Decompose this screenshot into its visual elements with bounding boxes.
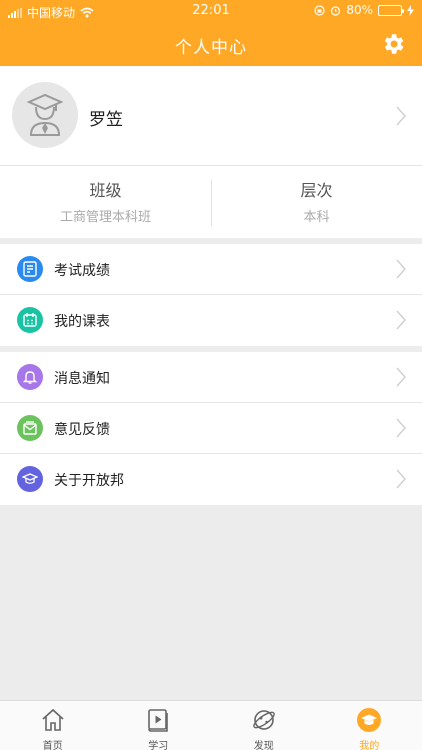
user-name: 罗笠 xyxy=(89,110,123,130)
menu-item-notifications[interactable]: 消息通知 xyxy=(0,352,422,403)
chevron-right-icon xyxy=(396,418,406,438)
tab-mine[interactable]: 我的 xyxy=(317,701,422,750)
alarm-icon xyxy=(331,5,341,16)
menu-item-label: 意见反馈 xyxy=(54,422,110,438)
avatar[interactable] xyxy=(12,82,78,148)
menu-item-about[interactable]: 关于开放邦 xyxy=(0,454,422,505)
gear-icon[interactable] xyxy=(380,31,406,57)
menu-item-my-timetable[interactable]: 我的课表 xyxy=(0,295,422,346)
planet-icon xyxy=(252,710,275,730)
calendar-icon xyxy=(17,307,43,333)
tab-label: 学习 xyxy=(148,741,169,750)
home-icon xyxy=(42,708,64,731)
header: 中国移动 22:01 80% 个人中心 xyxy=(0,0,422,66)
feedback-mail-icon xyxy=(17,415,43,441)
graduate-avatar-icon xyxy=(26,93,64,136)
profile-card[interactable]: 罗笠 xyxy=(0,66,422,166)
tab-label: 首页 xyxy=(42,741,63,750)
tab-home[interactable]: 首页 xyxy=(0,701,106,750)
charging-icon xyxy=(407,4,414,16)
tab-label: 发现 xyxy=(253,741,274,750)
menu-group-1: 考试成绩 我的课表 xyxy=(0,244,422,346)
menu-item-label: 关于开放邦 xyxy=(54,473,124,489)
menu-group-2: 消息通知 意见反馈 关于开放邦 xyxy=(0,352,422,505)
battery-icon xyxy=(378,4,404,16)
exam-report-icon xyxy=(17,256,43,282)
stat-class: 班级 工商管理本科班 xyxy=(0,166,211,238)
stats-panel: 班级 工商管理本科班 层次 本科 xyxy=(0,166,422,238)
chevron-right-icon xyxy=(396,259,406,279)
menu-item-label: 消息通知 xyxy=(54,371,110,387)
graduation-cap-icon xyxy=(357,708,382,732)
graduation-cap-icon xyxy=(17,466,43,492)
title-bar: 个人中心 xyxy=(0,22,422,66)
orientation-lock-icon xyxy=(314,4,325,16)
menu-item-label: 我的课表 xyxy=(54,314,110,330)
divider xyxy=(211,180,212,226)
menu-item-feedback[interactable]: 意见反馈 xyxy=(0,403,422,454)
battery-percent: 80% xyxy=(346,3,373,17)
stat-label: 层次 xyxy=(300,181,333,200)
stat-level: 层次 本科 xyxy=(211,166,422,238)
menu-item-exam-scores[interactable]: 考试成绩 xyxy=(0,244,422,295)
stat-label: 班级 xyxy=(89,181,122,200)
menu-item-label: 考试成绩 xyxy=(54,263,110,279)
bell-icon xyxy=(17,364,43,390)
chevron-right-icon xyxy=(396,310,406,330)
chevron-right-icon xyxy=(396,367,406,387)
page-title: 个人中心 xyxy=(175,38,247,58)
chevron-right-icon xyxy=(396,469,406,489)
stat-value: 工商管理本科班 xyxy=(59,210,151,225)
chevron-right-icon xyxy=(396,106,406,126)
status-right: 80% xyxy=(314,3,414,17)
tab-study[interactable]: 学习 xyxy=(106,701,212,750)
status-bar: 中国移动 22:01 80% xyxy=(0,0,422,22)
tab-label: 我的 xyxy=(359,741,380,750)
tab-discover[interactable]: 发现 xyxy=(211,701,317,750)
tab-bar: 首页 学习 发现 我的 xyxy=(0,700,422,750)
stat-value: 本科 xyxy=(303,210,330,225)
video-book-icon xyxy=(148,709,169,732)
